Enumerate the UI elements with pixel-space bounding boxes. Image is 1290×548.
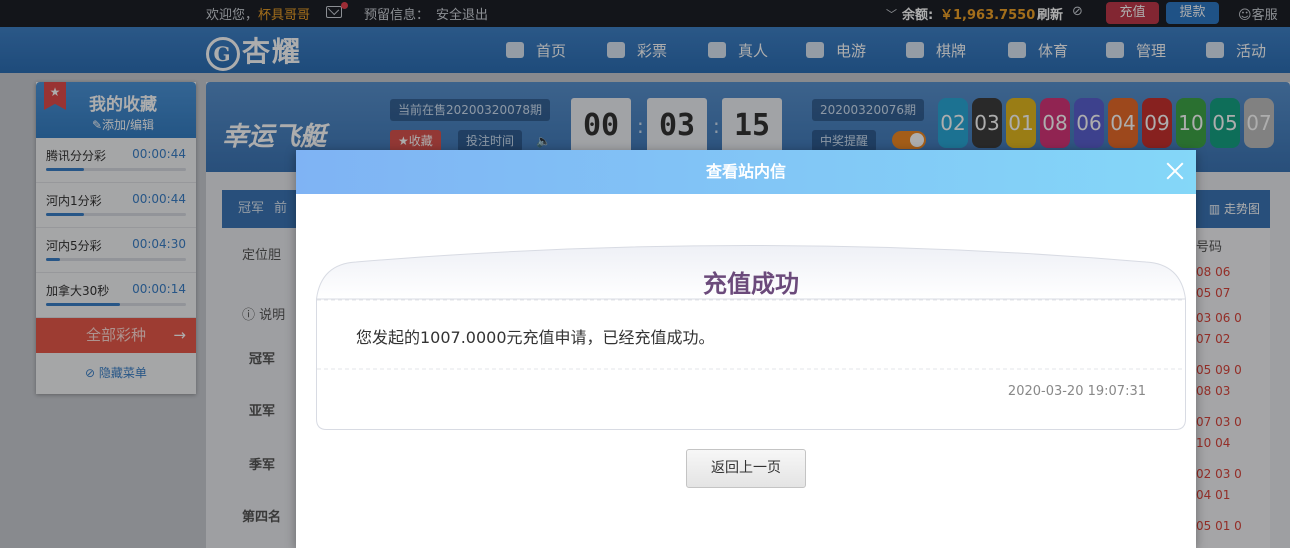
letter-date: 2020-03-20 19:07:31 bbox=[1007, 384, 1146, 399]
letter-body: 您发起的1007.0000元充值申请，已经充值成功。 bbox=[356, 328, 715, 347]
letter-card: 充值成功 您发起的1007.0000元充值申请，已经充值成功。 2020-03-… bbox=[316, 234, 1186, 430]
close-icon[interactable] bbox=[1164, 160, 1186, 182]
back-button[interactable]: 返回上一页 bbox=[686, 449, 806, 488]
modal-title: 查看站内信 bbox=[705, 162, 786, 181]
modal-header: 查看站内信 bbox=[296, 150, 1196, 194]
letter-title: 充值成功 bbox=[703, 270, 799, 298]
message-modal: 查看站内信 充值成功 您发起的1007.0000元充值申请，已经充值成功。 20… bbox=[296, 150, 1196, 548]
